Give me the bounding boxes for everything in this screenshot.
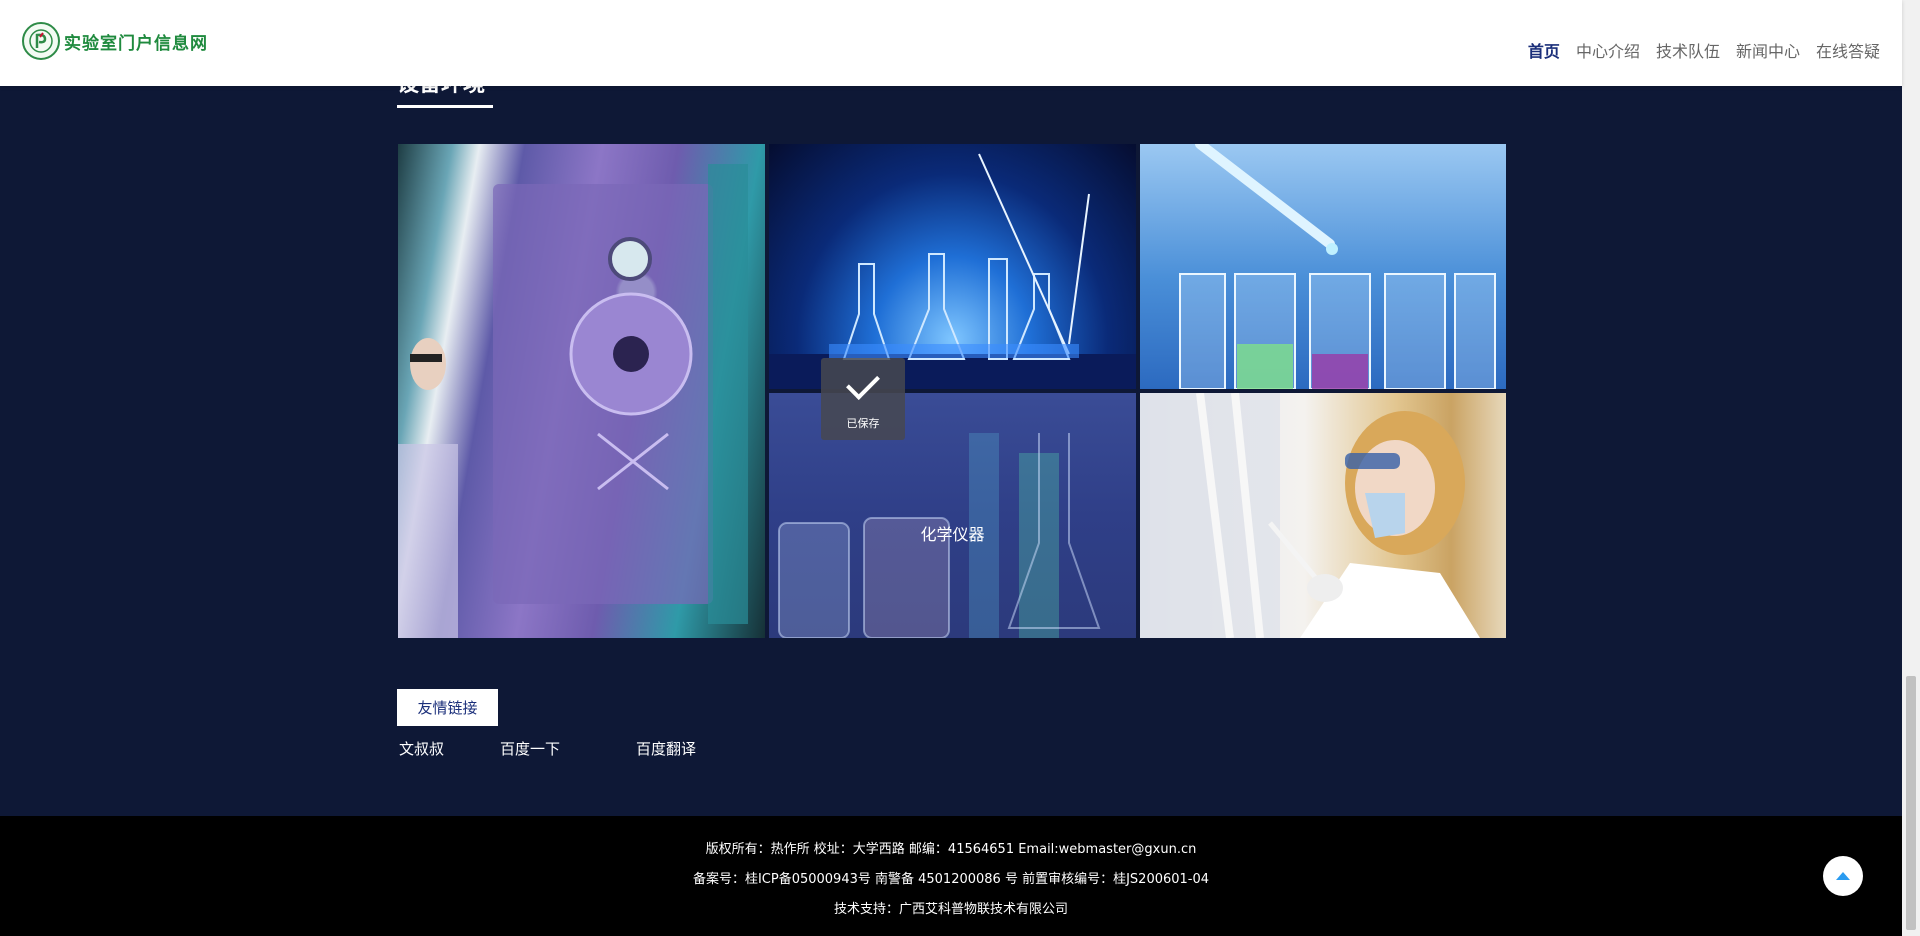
nav-online-qa[interactable]: 在线答疑 xyxy=(1816,38,1880,62)
scrollbar-thumb[interactable] xyxy=(1906,676,1916,930)
footer-tech-support: 技术支持：广西艾科普物联技术有限公司 xyxy=(833,902,1068,917)
footer-copyright: 版权所有：热作所 校址：大学西路 邮编：41564651 Email:webma… xyxy=(705,842,1197,857)
nav-center-intro[interactable]: 中心介绍 xyxy=(1576,38,1640,62)
main-nav: 首页 中心介绍 技术队伍 新闻中心 在线答疑 xyxy=(1512,38,1880,62)
gallery-hover-label: 化学仪器 xyxy=(920,525,985,544)
friend-links-list: 文叔叔 百度一下 百度翻译 xyxy=(399,738,696,759)
checkmark-icon xyxy=(846,366,880,400)
site-logo[interactable]: 实验室门户信息网 xyxy=(22,22,208,60)
nav-news-center[interactable]: 新闻中心 xyxy=(1736,38,1800,62)
friend-links-tab[interactable]: 友情链接 xyxy=(397,689,498,726)
saved-toast: 已保存 xyxy=(821,358,905,440)
page-scrollbar[interactable] xyxy=(1902,0,1920,936)
footer-icp: 备案号：桂ICP备05000943号 南警备 4501200086 号 前置审核… xyxy=(692,872,1210,887)
friend-link[interactable]: 文叔叔 xyxy=(399,738,444,759)
gallery-image-glassware-blue[interactable] xyxy=(769,144,1136,389)
site-header: 实验室门户信息网 首页 中心介绍 技术队伍 新闻中心 在线答疑 xyxy=(0,0,1902,86)
gallery-image-test-tubes[interactable] xyxy=(1140,144,1506,389)
nav-home[interactable]: 首页 xyxy=(1528,38,1560,62)
logo-emblem-icon xyxy=(22,22,60,60)
gallery-image-researcher[interactable] xyxy=(1140,393,1506,638)
friend-link[interactable]: 百度翻译 xyxy=(636,738,696,759)
nav-tech-team[interactable]: 技术队伍 xyxy=(1656,38,1720,62)
saved-toast-label: 已保存 xyxy=(846,417,880,430)
site-footer: 版权所有：热作所 校址：大学西路 邮编：41564651 Email:webma… xyxy=(0,816,1902,936)
friend-link[interactable]: 百度一下 xyxy=(500,738,560,759)
arrow-up-icon xyxy=(1836,872,1850,880)
back-to-top-button[interactable] xyxy=(1823,856,1863,896)
section-title-underline xyxy=(397,105,493,108)
logo-text: 实验室门户信息网 xyxy=(64,33,208,54)
gallery-image-lab-chamber[interactable] xyxy=(398,144,765,638)
equipment-gallery: 化学仪器 xyxy=(398,144,1506,638)
